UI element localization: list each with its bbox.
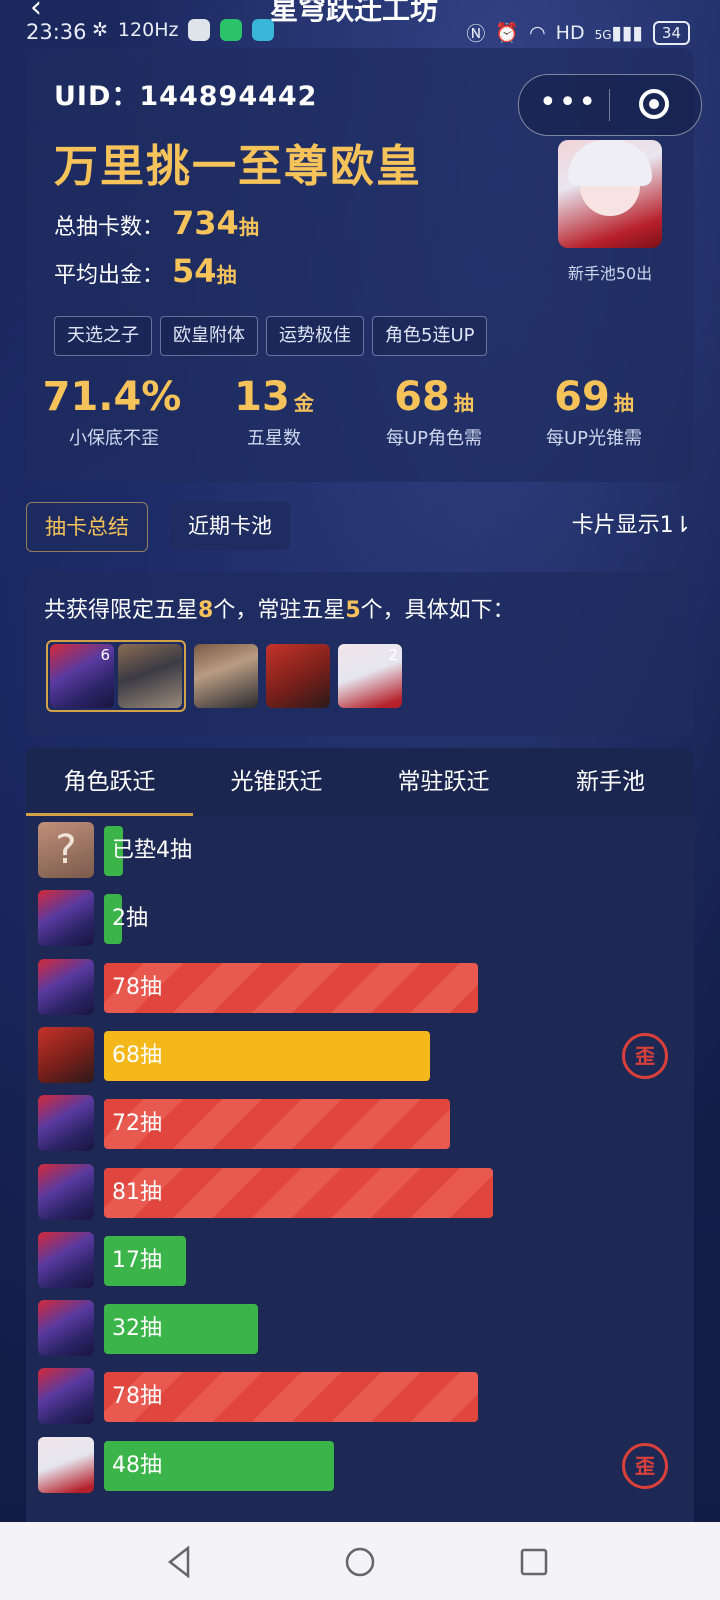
- metric-small-guarantee: 71.4% 小保底不歪: [42, 374, 182, 449]
- uid: UID：144894442: [54, 81, 318, 112]
- character-avatar: [38, 1095, 94, 1152]
- pull-row: 68抽 歪: [38, 1026, 678, 1083]
- collection-thumbs: 6 2: [46, 640, 402, 712]
- pull-row: 2抽: [38, 890, 678, 947]
- character-avatar: [38, 1368, 94, 1425]
- unknown-avatar: ?: [38, 822, 94, 878]
- status-time: 23:36: [26, 20, 87, 44]
- grid-notification-icon: [252, 19, 275, 41]
- collection-summary-text: 共获得限定五星8个，常驻五星5个，具体如下：: [44, 598, 515, 623]
- metric-five-star-count: 13 金 五星数: [234, 374, 314, 449]
- tab-lightcone-warp[interactable]: 光锥跃迁: [193, 748, 360, 816]
- pull-count-label: 已垫4抽: [112, 838, 192, 863]
- average-pulls: 平均出金： 54抽: [54, 252, 237, 290]
- character-avatar: [38, 958, 94, 1015]
- mini-program-capsule: •••: [518, 74, 702, 136]
- signal-icon: 5G▮▮▮: [594, 21, 643, 44]
- alarm-icon: ⏰: [495, 22, 520, 44]
- chat-notification-icon: [220, 19, 243, 41]
- pull-bar: [104, 1167, 493, 1218]
- pull-count-label: 17抽: [112, 1247, 162, 1273]
- pull-count-label: 68抽: [112, 1042, 162, 1068]
- pull-row: 78抽: [38, 958, 678, 1015]
- character-avatar: [38, 1231, 94, 1288]
- refresh-rate-indicator: 120Hz: [117, 19, 179, 41]
- pull-count-label: 48抽: [112, 1452, 162, 1478]
- character-avatar: [38, 890, 94, 947]
- pull-count-label: 32抽: [112, 1316, 162, 1342]
- pull-row: 78抽: [38, 1368, 678, 1425]
- tag: 天选之子: [54, 316, 152, 356]
- app-notification-icon: [188, 19, 211, 41]
- pull-row: 81抽: [38, 1163, 678, 1220]
- tag: 运势极佳: [266, 316, 364, 356]
- lightcone-thumb[interactable]: [118, 644, 182, 708]
- pull-count-label: 78抽: [112, 1384, 162, 1410]
- pinwheel-icon: ✲: [92, 19, 108, 41]
- character-avatar: [38, 1026, 94, 1083]
- pull-row: ? 已垫4抽: [38, 822, 678, 878]
- rank-title: 万里挑一至尊欧皇: [54, 141, 422, 192]
- newbie-pool-portrait: [558, 140, 662, 248]
- summary-card: UID：144894442 万里挑一至尊欧皇 总抽卡数： 734抽 平均出金： 54…: [26, 48, 702, 482]
- tab-recent-pools[interactable]: 近期卡池: [170, 502, 290, 550]
- pull-count-label: 2抽: [112, 906, 148, 932]
- tab-character-warp[interactable]: 角色跃迁: [26, 748, 193, 816]
- wifi-icon: ◠: [529, 21, 546, 44]
- character-thumb[interactable]: [266, 644, 330, 708]
- metric-per-up-character: 68 抽 每UP角色需: [385, 374, 483, 449]
- total-pulls: 总抽卡数： 734抽: [54, 204, 259, 242]
- tag-list: 天选之子 欧皇附体 运势极佳 角色5连UP: [54, 316, 488, 356]
- character-thumb[interactable]: [194, 644, 258, 708]
- recents-nav-icon[interactable]: [514, 1542, 554, 1582]
- tab-newbie-warp[interactable]: 新手池: [527, 748, 694, 816]
- character-avatar: [38, 1300, 94, 1357]
- system-nav-bar: [0, 1522, 720, 1600]
- tab-pull-summary[interactable]: 抽卡总结: [26, 502, 148, 552]
- tag: 欧皇附体: [160, 316, 258, 356]
- off-banner-stamp: 歪: [622, 1032, 668, 1079]
- battery-icon: 34: [652, 20, 690, 45]
- hd-icon: HD: [555, 21, 585, 44]
- back-nav-icon[interactable]: [160, 1542, 200, 1582]
- pull-count-label: 72抽: [112, 1111, 162, 1137]
- character-avatar: [38, 1163, 94, 1220]
- pull-history-card: 角色跃迁 光锥跃迁 常驻跃迁 新手池 ? 已垫4抽 2抽 78抽 68抽歪 72抽 81抽 1…: [26, 748, 694, 1528]
- tag: 角色5连UP: [372, 316, 488, 356]
- character-thumb[interactable]: 2: [338, 644, 402, 708]
- collection-card: 共获得限定五星8个，常驻五星5个，具体如下： 6 2: [26, 572, 694, 736]
- pull-row: 17抽: [38, 1231, 678, 1288]
- newbie-pool-caption: 新手池50出: [567, 264, 653, 283]
- character-avatar: [38, 1436, 94, 1493]
- nfc-icon: Ⓝ: [466, 23, 486, 45]
- card-display-toggle[interactable]: 卡片显示1⇂: [572, 502, 692, 550]
- metric-per-up-lightcone: 69 抽 每UP光锥需: [545, 374, 643, 449]
- pull-count-label: 78抽: [112, 974, 162, 1000]
- page-title: 星穹跃迁工坊: [270, 0, 439, 26]
- more-options-icon[interactable]: •••: [539, 85, 598, 121]
- home-nav-icon[interactable]: [340, 1542, 380, 1582]
- tab-standard-warp[interactable]: 常驻跃迁: [360, 748, 527, 816]
- character-thumb[interactable]: 6: [50, 644, 114, 708]
- pool-tabbar: 角色跃迁 光锥跃迁 常驻跃迁 新手池: [26, 748, 694, 816]
- pull-row: 48抽 歪: [38, 1436, 678, 1493]
- pull-row: 72抽: [38, 1095, 678, 1152]
- selected-thumb-group: 6: [46, 640, 186, 712]
- pull-row: 32抽: [38, 1300, 678, 1357]
- pull-count-label: 81抽: [112, 1179, 162, 1205]
- close-miniprogram-icon[interactable]: [639, 89, 669, 119]
- off-banner-stamp: 歪: [622, 1442, 668, 1489]
